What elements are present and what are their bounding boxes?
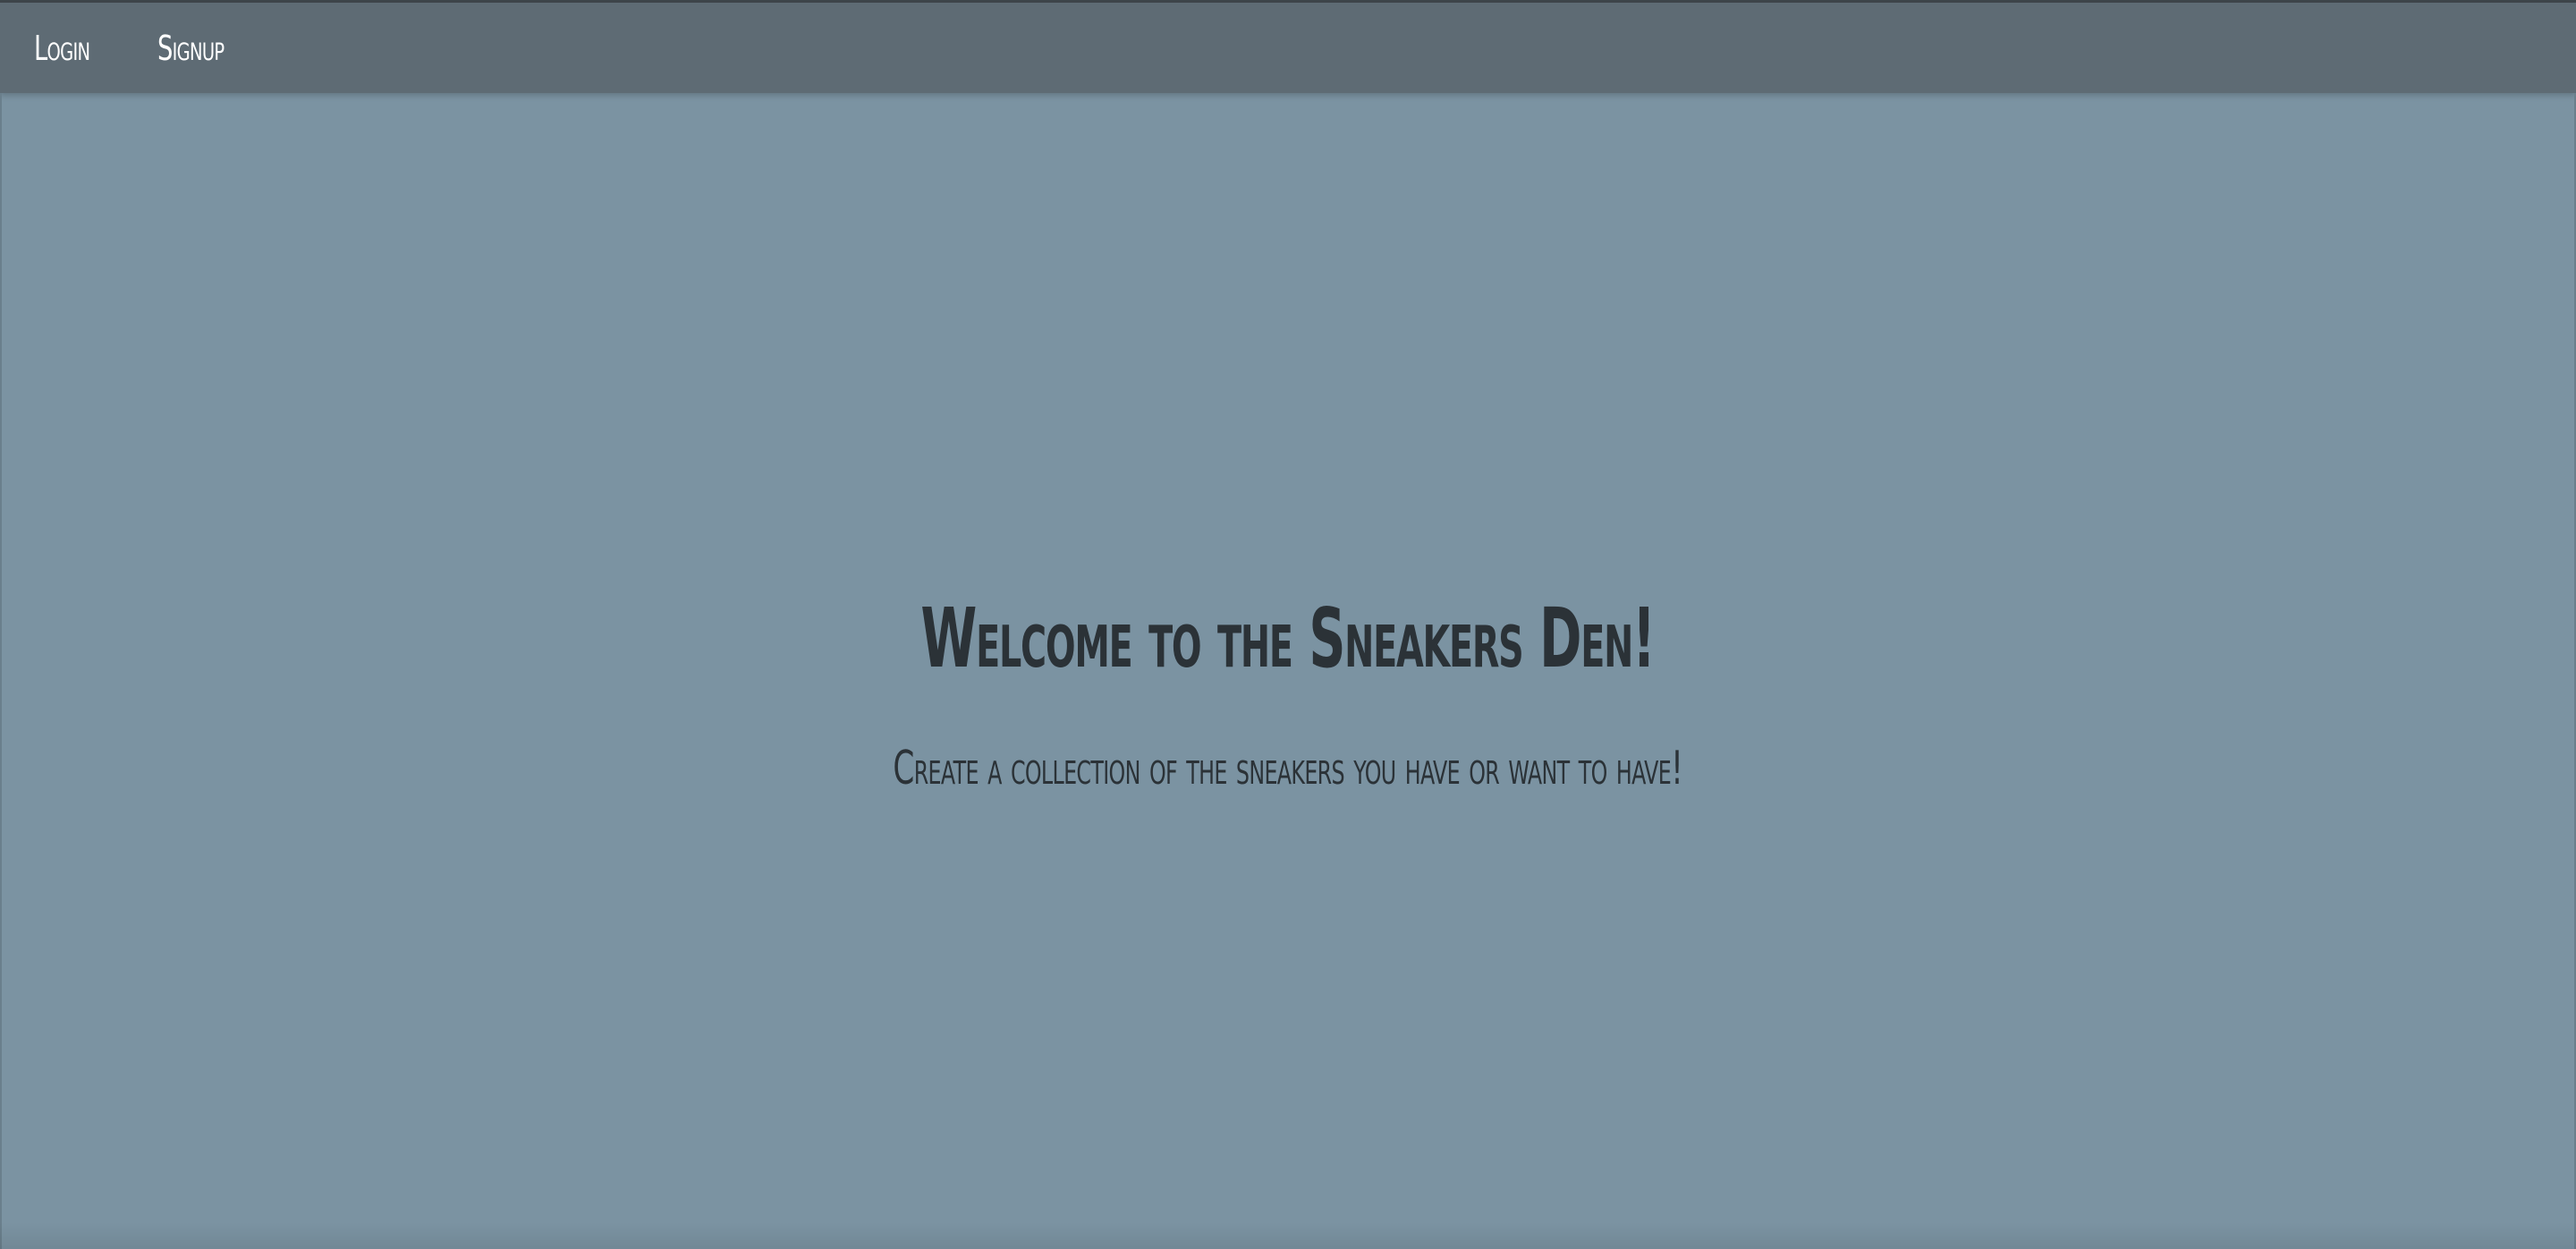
hero-section: Welcome to the Sneakers Den! Create a co… bbox=[0, 591, 2576, 795]
login-link[interactable]: Login bbox=[34, 29, 92, 68]
page-subtitle: Create a collection of the sneakers you … bbox=[893, 742, 1683, 795]
top-navbar: Login Signup bbox=[0, 0, 2576, 93]
signup-link[interactable]: Signup bbox=[157, 29, 228, 68]
page-title: Welcome to the Sneakers Den! bbox=[920, 591, 1657, 686]
bottom-shadow bbox=[0, 1222, 2576, 1249]
